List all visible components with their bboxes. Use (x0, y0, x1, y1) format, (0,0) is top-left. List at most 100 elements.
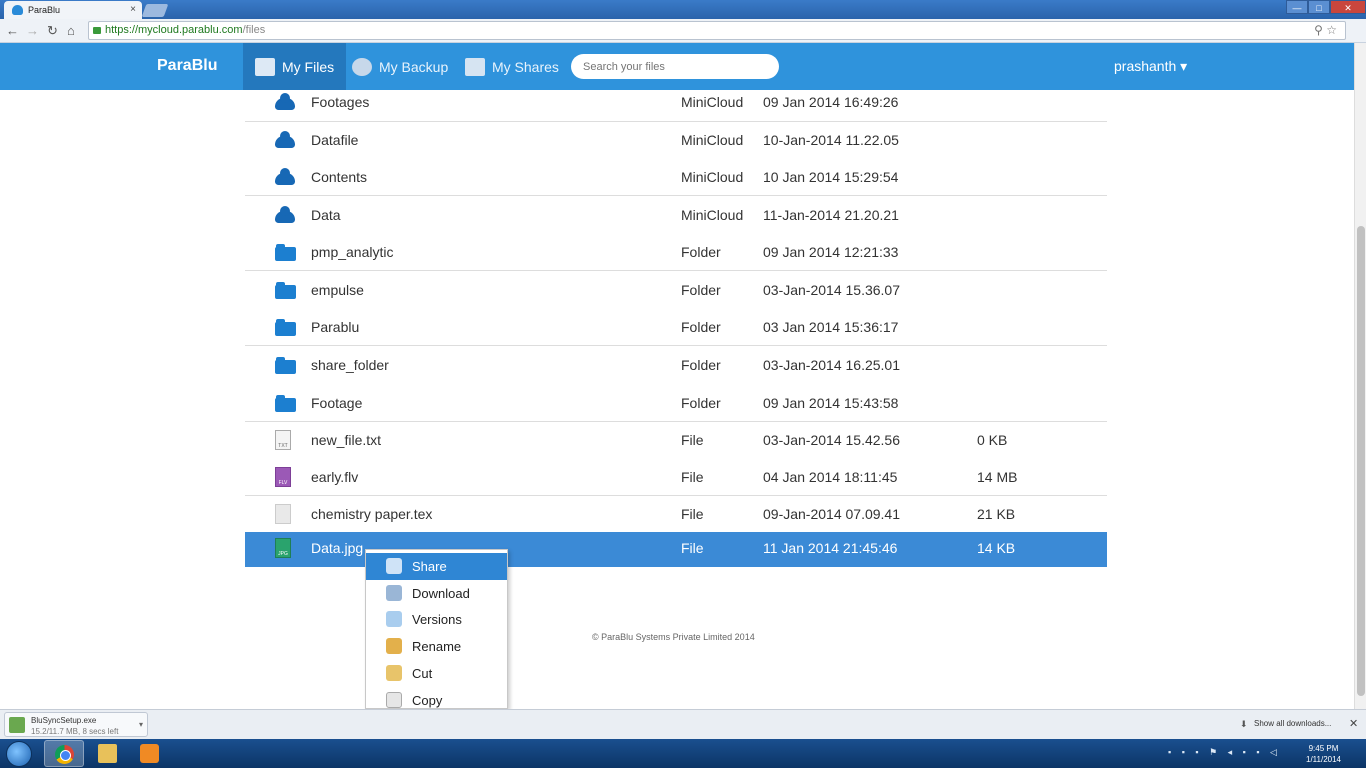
taskbar-chrome[interactable] (44, 740, 84, 767)
browser-tab[interactable]: ParaBlu × (4, 1, 142, 19)
video-file-icon: FLV (275, 467, 291, 489)
taskbar-clock[interactable]: 9:45 PM 1/11/2014 (1306, 743, 1341, 765)
file-type: MiniCloud (681, 94, 744, 110)
folder-icon (275, 357, 296, 374)
file-type: MiniCloud (681, 132, 744, 148)
reload-icon[interactable]: ↻ (47, 23, 58, 39)
file-type: Folder (681, 395, 721, 411)
show-all-downloads-link[interactable]: Show all downloads... (1254, 719, 1331, 728)
media-player-icon (140, 744, 159, 763)
menu-label: Download (412, 586, 470, 601)
nav-my-backup[interactable]: My Backup (340, 43, 460, 90)
forward-arrow-icon[interactable]: → (26, 23, 39, 38)
folder-icon (275, 244, 296, 261)
tab-close-icon[interactable]: × (130, 4, 136, 15)
file-row[interactable]: empulse Folder 03-Jan-2014 15.36.07 (245, 272, 1107, 309)
menu-item-versions[interactable]: Versions (366, 606, 507, 633)
text-file-icon: TXT (275, 430, 291, 452)
file-name: Footage (311, 395, 363, 411)
file-date: 11 Jan 2014 21:45:46 (763, 540, 898, 556)
file-row[interactable]: TXT new_file.txt File 03-Jan-2014 15.42.… (245, 422, 1107, 459)
taskbar-explorer[interactable] (88, 740, 128, 767)
file-type: File (681, 540, 704, 556)
downloads-bar: BluSyncSetup.exe 15.2/11.7 MB, 8 secs le… (0, 709, 1366, 739)
zoom-icon[interactable]: ⚲ (1314, 23, 1323, 37)
file-row[interactable]: Parablu Folder 03 Jan 2014 15:36:17 (245, 309, 1107, 346)
brand-logo[interactable]: ParaBlu (157, 57, 217, 75)
maximize-button[interactable]: □ (1308, 0, 1330, 14)
file-size: 21 KB (977, 506, 1016, 522)
rename-icon (386, 638, 402, 654)
file-row[interactable]: share_folder Folder 03-Jan-2014 16.25.01 (245, 347, 1107, 384)
search-input[interactable] (571, 54, 779, 79)
file-row[interactable]: Datafile MiniCloud 10-Jan-2014 11.22.05 (245, 122, 1107, 159)
menu-item-rename[interactable]: Rename (366, 633, 507, 660)
folder-icon (275, 282, 296, 299)
backup-icon (352, 57, 372, 76)
app-navbar: ParaBlu My Files My Backup My Shares pra… (0, 43, 1354, 90)
close-downloads-bar-icon[interactable]: ✕ (1349, 717, 1358, 730)
bookmark-star-icon[interactable]: ☆ (1326, 23, 1337, 37)
download-arrow-icon: ⬇ (1240, 719, 1248, 729)
start-button[interactable] (6, 741, 32, 767)
menu-item-cut[interactable]: Cut (366, 660, 507, 687)
minicloud-icon (275, 168, 295, 185)
file-name: Data (311, 207, 341, 223)
url-path: /files (242, 24, 266, 36)
file-date: 03-Jan-2014 15.36.07 (763, 282, 900, 298)
file-size: 0 KB (977, 432, 1008, 448)
folder-icon (275, 395, 296, 412)
user-menu[interactable]: prashanth ▾ (1114, 58, 1187, 75)
chevron-down-icon[interactable]: ▾ (139, 720, 143, 729)
clock-date: 1/11/2014 (1306, 755, 1341, 764)
file-row[interactable]: chemistry paper.tex File 09-Jan-2014 07.… (245, 496, 1107, 533)
scrollbar-thumb[interactable] (1357, 226, 1365, 696)
file-type: MiniCloud (681, 207, 744, 223)
file-row[interactable]: Contents MiniCloud 10 Jan 2014 15:29:54 (245, 159, 1107, 196)
taskbar-media-player[interactable] (130, 740, 170, 767)
file-date: 09 Jan 2014 12:21:33 (763, 244, 899, 260)
file-row[interactable]: pmp_analytic Folder 09 Jan 2014 12:21:33 (245, 234, 1107, 271)
browser-toolbar: ← → ↻ ⌂ https://mycloud.parablu.com/file… (0, 19, 1366, 43)
file-type: Folder (681, 357, 721, 373)
file-type: MiniCloud (681, 169, 744, 185)
new-tab-button[interactable] (141, 4, 169, 17)
home-icon[interactable]: ⌂ (67, 23, 75, 38)
file-row[interactable]: Footage Folder 09 Jan 2014 15:43:58 (245, 385, 1107, 422)
image-file-icon: JPG (275, 538, 291, 560)
system-tray[interactable]: ▪ ▪ ▪ ⚑ ◂ ▪ ▪ ◁ (1168, 747, 1281, 758)
file-type: File (681, 432, 704, 448)
menu-item-download[interactable]: Download (366, 580, 507, 607)
file-name: Data.jpg (311, 540, 364, 556)
menu-label: Rename (412, 639, 462, 654)
tab-title: ParaBlu (28, 5, 61, 15)
minimize-button[interactable]: — (1286, 0, 1308, 14)
file-name: chemistry paper.tex (311, 506, 433, 522)
menu-item-share[interactable]: Share (366, 553, 507, 580)
menu-label: Versions (412, 612, 462, 627)
file-row[interactable]: Data MiniCloud 11-Jan-2014 21.20.21 (245, 197, 1107, 234)
file-name: share_folder (311, 357, 389, 373)
download-item[interactable]: BluSyncSetup.exe 15.2/11.7 MB, 8 secs le… (4, 712, 148, 737)
nav-label: My Files (282, 58, 335, 75)
clock-time: 9:45 PM (1308, 744, 1339, 753)
close-window-button[interactable]: ✕ (1330, 0, 1366, 14)
document-file-icon (275, 504, 291, 526)
nav-my-shares[interactable]: My Shares (453, 43, 571, 90)
minicloud-icon (275, 131, 295, 148)
copy-icon (386, 692, 402, 708)
file-row[interactable]: FLV early.flv File 04 Jan 2014 18:11:45 … (245, 459, 1107, 496)
address-bar[interactable]: https://mycloud.parablu.com/files ⚲ ☆ (88, 21, 1346, 40)
nav-my-files[interactable]: My Files (243, 43, 347, 90)
file-name: empulse (311, 282, 364, 298)
files-icon (255, 57, 275, 76)
file-row[interactable]: Footages MiniCloud 09 Jan 2014 16:49:26 (245, 84, 1107, 121)
page-scrollbar[interactable] (1354, 43, 1366, 709)
file-name: pmp_analytic (311, 244, 394, 260)
file-name: Datafile (311, 132, 359, 148)
file-size: 14 MB (977, 469, 1018, 485)
versions-icon (386, 611, 402, 627)
file-size: 14 KB (977, 540, 1016, 556)
back-arrow-icon[interactable]: ← (6, 23, 19, 38)
menu-label: Copy (412, 693, 443, 708)
